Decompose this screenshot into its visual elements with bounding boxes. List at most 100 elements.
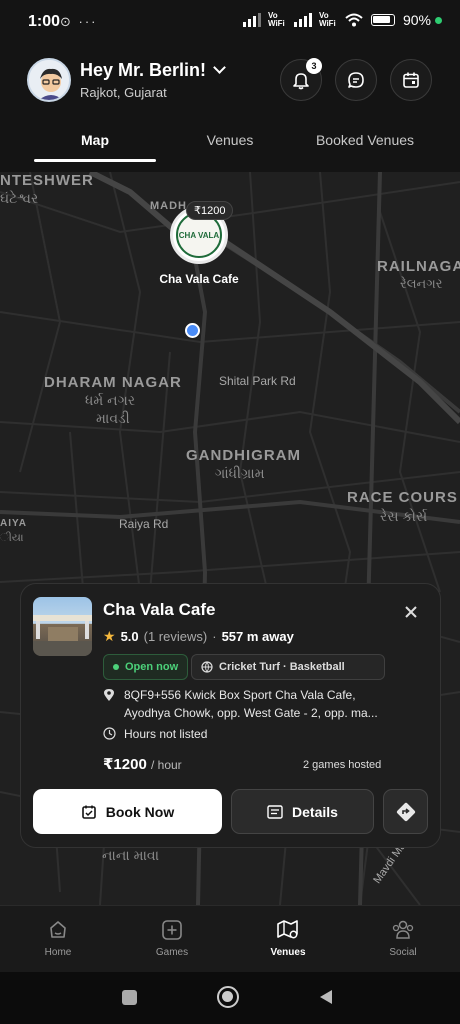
nav-games[interactable]: Games <box>126 906 218 973</box>
pin-price-badge: ₹1200 <box>186 201 234 220</box>
signal-icon <box>242 13 261 27</box>
nav-games-label: Games <box>155 947 189 958</box>
plus-square-icon <box>162 920 182 940</box>
details-button[interactable]: Details <box>231 789 374 834</box>
book-now-button[interactable]: Book Now <box>33 789 222 834</box>
chat-icon <box>348 72 364 88</box>
rating-row: ★ 5.0 (1 reviews) · 557 m away <box>103 628 294 645</box>
back-button[interactable] <box>317 988 335 1006</box>
map-label-mavdi-gu: માવડી <box>96 410 130 426</box>
location-text: Rajkot, Gujarat <box>80 85 167 100</box>
distance: 557 m away <box>221 629 294 644</box>
clock-icon <box>103 727 116 740</box>
bottom-navigation: Home Games Venues Social <box>0 905 460 972</box>
home-button[interactable] <box>217 986 239 1008</box>
tab-map[interactable]: Map <box>34 132 156 148</box>
recents-button[interactable] <box>122 990 137 1005</box>
home-button-dot <box>222 991 233 1002</box>
open-status-text: Open now <box>125 661 179 673</box>
nav-social[interactable]: Social <box>357 906 449 973</box>
price-value: ₹1200 <box>103 756 147 773</box>
current-location-dot <box>185 323 200 338</box>
details-icon <box>267 804 283 819</box>
app-header: Hey Mr. Berlin! Rajkot, Gujarat 3 Map Ve… <box>0 44 460 172</box>
vowifi-label-2: Vo WiFi <box>318 11 336 28</box>
calendar-icon <box>403 72 419 88</box>
hours: Hours not listed <box>103 727 207 741</box>
battery-percent: 90% <box>402 12 431 28</box>
close-icon[interactable] <box>401 602 421 622</box>
greeting-text: Hey Mr. Berlin! <box>80 60 207 80</box>
calendar-button[interactable] <box>390 59 432 101</box>
directions-icon <box>396 802 415 821</box>
avatar[interactable] <box>27 58 71 102</box>
vowifi-label-1: Vo WiFi <box>267 11 285 28</box>
system-navigation-bar <box>0 972 460 1024</box>
rating-value: 5.0 <box>120 629 139 644</box>
chat-button[interactable] <box>335 59 377 101</box>
games-hosted: 2 games hosted <box>303 759 382 771</box>
wifi-icon <box>345 13 363 27</box>
battery-icon <box>370 14 395 26</box>
calendar-check-icon <box>81 805 96 819</box>
map-label-race-course-gu: રેસ કોર્સ <box>380 508 428 524</box>
map-label-aiya-gu: ીયા <box>0 532 24 544</box>
notification-badge: 3 <box>306 58 322 74</box>
map-label-gandhigram: GANDHIGRAM <box>186 447 301 464</box>
nav-venues-label: Venues <box>270 947 306 958</box>
map-label-gandhigram-gu: ગાંધીગ્રામ <box>215 465 265 481</box>
venue-photo-icon <box>33 615 92 656</box>
open-dot-icon <box>113 664 119 670</box>
status-time: 1:00 <box>28 13 61 30</box>
address-line-2: Ayodhya Chowk, opp. West Gate - 2, opp. … <box>124 706 378 720</box>
address: 8QF9+556 Kwick Box Sport Cha Vala Cafe, … <box>103 686 403 722</box>
tab-venues[interactable]: Venues <box>170 132 290 148</box>
map-label-raiya-rd: Raiya Rd <box>119 517 169 531</box>
active-tab-indicator <box>34 159 156 162</box>
review-count: (1 reviews) <box>143 629 208 644</box>
location-pin-icon <box>104 689 114 701</box>
status-bar: 1:00 ⊙ ··· Vo WiFi Vo WiFi 90% <box>0 0 460 44</box>
map-label-dharam-nagar: DHARAM NAGAR <box>44 374 182 391</box>
tab-booked-venues[interactable]: Booked Venues <box>300 132 430 148</box>
venue-card[interactable]: Cha Vala Cafe ★ 5.0 (1 reviews) · 557 m … <box>20 583 441 848</box>
venue-title: Cha Vala Cafe <box>103 600 216 619</box>
privacy-dot-icon <box>435 16 442 24</box>
map-label-shital-park-rd: Shital Park Rd <box>219 374 296 388</box>
nav-home[interactable]: Home <box>12 906 104 973</box>
price-unit: / hour <box>150 758 182 772</box>
home-icon <box>50 921 66 938</box>
chevron-down-icon <box>213 61 226 74</box>
map-label-railnagar-gu: રેલનગર <box>400 276 443 291</box>
status-right: Vo WiFi Vo WiFi 90% <box>242 11 442 28</box>
pin-venue-name: Cha Vala Cafe <box>159 272 239 286</box>
map-label-nteshwer-gu: ઘંટેશ્વર <box>0 190 39 206</box>
nav-venues[interactable]: Venues <box>242 906 334 973</box>
star-icon: ★ <box>103 628 116 644</box>
signal-icon-2 <box>293 13 312 27</box>
greeting[interactable]: Hey Mr. Berlin! <box>80 60 226 81</box>
details-label: Details <box>292 803 338 820</box>
nav-home-label: Home <box>44 947 72 958</box>
avatar-illustration-icon <box>29 60 69 100</box>
book-now-label: Book Now <box>105 803 175 820</box>
directions-button[interactable] <box>383 789 428 834</box>
price: ₹1200 / hour <box>103 755 182 773</box>
map-label-nteshwer: NTESHWER <box>0 172 94 189</box>
sports-badge: Cricket Turf · Basketball <box>191 654 385 680</box>
ball-icon <box>201 661 213 673</box>
people-icon <box>392 920 414 939</box>
open-status-badge: Open now <box>103 654 189 680</box>
nav-social-label: Social <box>389 947 417 958</box>
map-label-madh: MADH <box>150 200 187 212</box>
bell-icon <box>293 73 309 90</box>
map-label-railnagar: RAILNAGA <box>377 258 460 275</box>
venue-thumbnail <box>33 597 92 656</box>
map-label-race-course: RACE COURS <box>347 489 458 506</box>
rating-separator: · <box>212 629 217 644</box>
map-pin-icon <box>277 920 298 939</box>
sports-text: Cricket Turf · Basketball <box>219 661 345 673</box>
map-label-aiya: AIYA <box>0 518 27 529</box>
hours-text: Hours not listed <box>124 727 208 741</box>
address-line-1: 8QF9+556 Kwick Box Sport Cha Vala Cafe, <box>124 688 356 702</box>
